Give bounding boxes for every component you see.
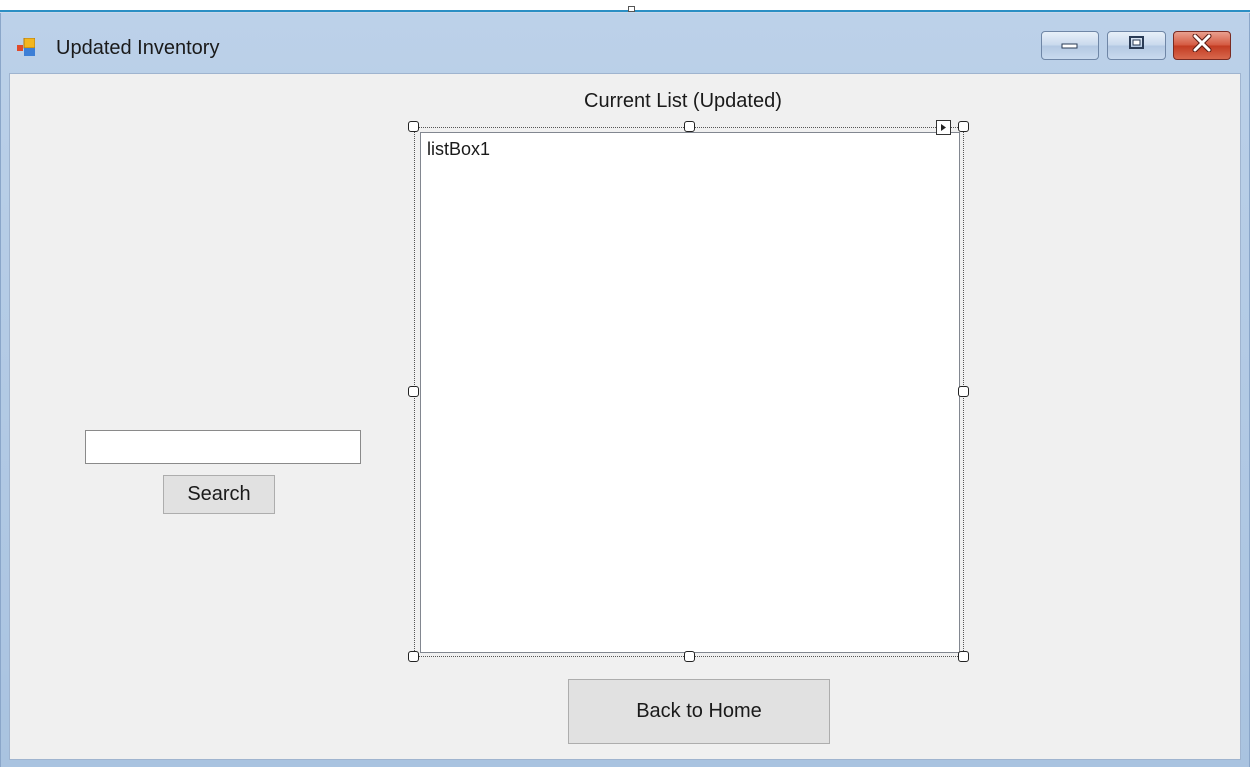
designer-top-strip [0, 0, 1250, 12]
form-window: Updated Inventory Search Current List (U… [0, 13, 1250, 767]
smart-tag-button[interactable] [936, 120, 951, 135]
maximize-icon [1128, 35, 1146, 56]
close-button[interactable] [1173, 31, 1231, 60]
current-list-label: Current List (Updated) [584, 90, 782, 112]
resize-grip-bottom-center[interactable] [684, 651, 695, 662]
resize-grip-middle-right[interactable] [958, 386, 969, 397]
form-icon [17, 37, 36, 56]
inventory-listbox[interactable]: listBox1 [420, 132, 960, 653]
resize-grip-top[interactable] [628, 6, 635, 12]
back-to-home-button[interactable]: Back to Home [568, 679, 830, 744]
resize-grip-bottom-right[interactable] [958, 651, 969, 662]
window-title: Updated Inventory [56, 37, 220, 59]
maximize-button[interactable] [1107, 31, 1166, 60]
form-client-area: Search Current List (Updated) listBox1 B… [9, 73, 1241, 760]
search-button[interactable]: Search [163, 475, 275, 514]
resize-grip-top-left[interactable] [408, 121, 419, 132]
minimize-icon [1060, 37, 1080, 55]
close-icon [1191, 33, 1213, 57]
resize-grip-middle-left[interactable] [408, 386, 419, 397]
minimize-button[interactable] [1041, 31, 1099, 60]
listbox-name: listBox1 [427, 139, 491, 159]
search-input[interactable] [85, 430, 361, 464]
title-bar[interactable]: Updated Inventory [1, 13, 1249, 73]
resize-grip-top-center[interactable] [684, 121, 695, 132]
resize-grip-bottom-left[interactable] [408, 651, 419, 662]
resize-grip-top-right[interactable] [958, 121, 969, 132]
smart-tag-arrow-icon [939, 119, 948, 137]
